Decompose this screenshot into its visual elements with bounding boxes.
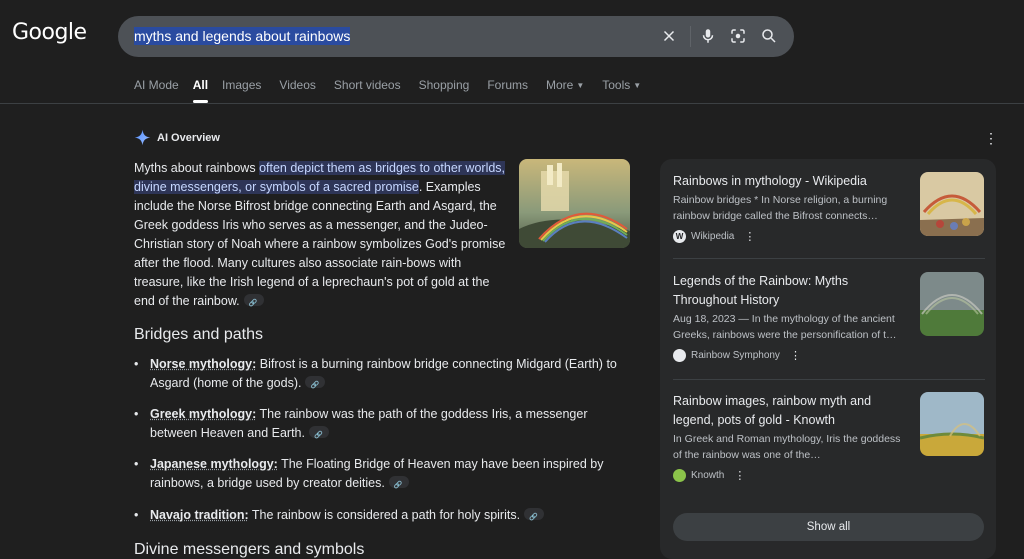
bifrost-painting-image[interactable] (519, 159, 630, 248)
source-snippet: Rainbow bridges * In Norse religion, a b… (673, 194, 888, 222)
source-site-name: Wikipedia (691, 231, 735, 242)
tab-all[interactable]: All (192, 78, 209, 103)
tools-label: Tools (602, 78, 631, 92)
intro-lead: Myths about rainbows (134, 161, 260, 175)
wikipedia-favicon-icon: W (673, 230, 686, 243)
list-item-text: Greek mythology: The rainbow was the pat… (150, 405, 634, 445)
search-divider (690, 26, 691, 47)
search-input[interactable]: myths and legends about rainbows (134, 27, 351, 45)
citation-link-icon[interactable] (243, 294, 264, 313)
show-all-button[interactable]: Show all (673, 513, 984, 541)
source-site-name: Rainbow Symphony (691, 350, 780, 361)
list-item-term[interactable]: Norse mythology: (150, 357, 256, 371)
bullet-dot: • (134, 508, 139, 522)
google-logo[interactable]: Google (12, 20, 87, 45)
divider (673, 258, 985, 259)
tab-ai-mode[interactable]: AI Mode (134, 78, 179, 92)
header: Google myths and legends about rainbows … (0, 0, 1024, 104)
ai-overview-title: AI Overview (157, 131, 220, 144)
more-options-icon[interactable]: ⋮ (984, 130, 998, 147)
rainbow-symphony-favicon-icon (673, 349, 686, 362)
list-item: • Greek mythology: The rainbow was the p… (134, 405, 634, 445)
citation-link-icon[interactable] (305, 376, 326, 395)
source-title[interactable]: Rainbow images, rainbow myth and legend,… (673, 392, 908, 430)
source-thumbnail[interactable] (920, 172, 984, 236)
sources-panel: Rainbows in mythology - Wikipedia Rainbo… (660, 159, 996, 559)
source-thumbnail[interactable] (920, 272, 984, 336)
list-item-term[interactable]: Greek mythology: (150, 407, 256, 421)
list-item-text: Navajo tradition: The rainbow is conside… (150, 506, 634, 527)
citation-link-icon[interactable] (388, 476, 409, 495)
list-item-term[interactable]: Navajo tradition: (150, 508, 249, 522)
tools-button[interactable]: Tools ▼ (602, 78, 641, 92)
list-item: • Japanese mythology: The Floating Bridg… (134, 455, 634, 495)
microphone-icon[interactable] (697, 25, 719, 47)
list-item: • Navajo tradition: The rainbow is consi… (134, 506, 634, 527)
intro-rest: . Examples include the Norse Bifrost bri… (134, 180, 506, 308)
tab-short-videos[interactable]: Short videos (334, 78, 401, 92)
source-snippet: Aug 18, 2023 — In the mythology of the a… (673, 313, 897, 341)
list-item-text: Norse mythology: Bifrost is a burning ra… (150, 355, 634, 395)
ai-overview-intro: Myths about rainbows often depict them a… (134, 159, 506, 313)
source-title[interactable]: Rainbows in mythology - Wikipedia (673, 172, 908, 191)
tab-forums[interactable]: Forums (487, 78, 528, 92)
knowth-favicon-icon (673, 469, 686, 482)
more-options-icon[interactable]: ⋮ (790, 349, 801, 362)
bullet-dot: • (134, 407, 139, 421)
tab-shopping[interactable]: Shopping (419, 78, 470, 92)
more-options-icon[interactable]: ⋮ (734, 469, 745, 482)
search-icon[interactable] (758, 25, 780, 47)
tab-more[interactable]: More ▼ (546, 78, 584, 92)
lens-camera-icon[interactable] (727, 25, 749, 47)
search-tabs: AI Mode All Images Videos Short videos S… (134, 78, 641, 103)
list-item: • Norse mythology: Bifrost is a burning … (134, 355, 634, 395)
divider (673, 379, 985, 380)
bullet-dot: • (134, 357, 139, 371)
caret-down-icon: ▼ (576, 81, 585, 90)
gemini-sparkle-icon (134, 129, 151, 146)
source-thumbnail[interactable] (920, 392, 984, 456)
tab-more-label: More (545, 78, 574, 92)
more-options-icon[interactable]: ⋮ (744, 230, 755, 243)
clear-icon[interactable] (658, 25, 680, 47)
source-snippet: In Greek and Roman mythology, Iris the g… (673, 433, 901, 461)
list-item-body: The rainbow is considered a path for hol… (248, 508, 521, 522)
ai-overview-header: AI Overview (134, 129, 220, 146)
search-box[interactable]: myths and legends about rainbows (118, 16, 794, 57)
source-title[interactable]: Legends of the Rainbow: Myths Throughout… (673, 272, 908, 310)
bullet-dot: • (134, 457, 139, 471)
source-site: Knowth ⋮ (673, 469, 985, 482)
tab-images[interactable]: Images (222, 78, 261, 92)
tab-videos[interactable]: Videos (279, 78, 315, 92)
citation-link-icon[interactable] (308, 426, 329, 445)
source-site-name: Knowth (691, 470, 725, 481)
section-heading-messengers: Divine messengers and symbols (134, 541, 365, 558)
section-heading-bridges: Bridges and paths (134, 326, 263, 343)
source-site: Rainbow Symphony ⋮ (673, 349, 985, 362)
caret-down-icon: ▼ (633, 81, 642, 90)
citation-link-icon[interactable] (524, 508, 545, 527)
list-item-text: Japanese mythology: The Floating Bridge … (150, 455, 634, 495)
list-item-term[interactable]: Japanese mythology: (150, 457, 278, 471)
